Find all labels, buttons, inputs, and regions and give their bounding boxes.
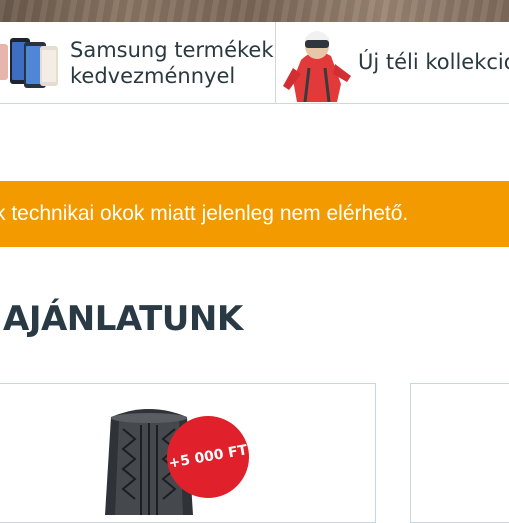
promo-row: Samsung termékek kedvezménnyel Új téli k… bbox=[0, 22, 509, 104]
skier-photo bbox=[279, 24, 355, 102]
promo-winter[interactable]: Új téli kollekció bbox=[276, 22, 509, 103]
alert-text: k technikai okok miatt jelenleg nem elér… bbox=[0, 202, 409, 225]
promo-samsung[interactable]: Samsung termékek kedvezménnyel bbox=[0, 22, 276, 103]
smartphones-icon bbox=[0, 38, 58, 88]
promo-winter-label: Új téli kollekció bbox=[358, 50, 509, 74]
hero-banner-strip bbox=[0, 0, 509, 22]
section-title: AJÁNLATUNK bbox=[3, 299, 243, 339]
promo-samsung-label: Samsung termékek kedvezménnyel bbox=[70, 38, 274, 88]
alert-banner: k technikai okok miatt jelenleg nem elér… bbox=[0, 181, 509, 247]
product-card[interactable] bbox=[410, 383, 509, 523]
